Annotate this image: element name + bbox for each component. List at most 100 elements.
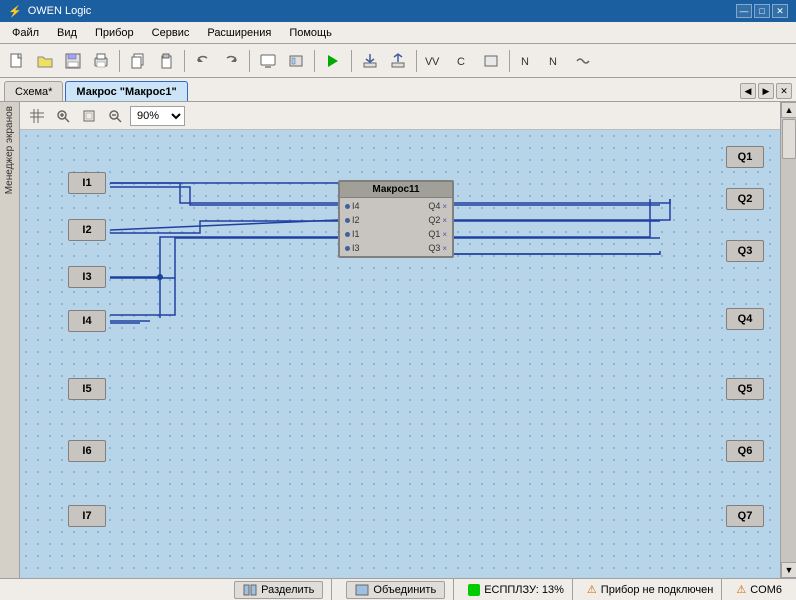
split-button[interactable]: Разделить: [234, 581, 323, 599]
minimize-button[interactable]: —: [736, 4, 752, 18]
n-btn2[interactable]: N: [543, 48, 569, 74]
output-Q2[interactable]: Q2: [726, 188, 764, 210]
input-I1[interactable]: I1: [68, 172, 106, 194]
macro-inputs: I4 I2 I1 I3: [340, 198, 365, 256]
output-Q7[interactable]: Q7: [726, 505, 764, 527]
scroll-down-button[interactable]: ▼: [781, 562, 796, 578]
new-button[interactable]: [4, 48, 30, 74]
com-warning-icon: ⚠: [736, 583, 746, 596]
workspace: Менеджер экранов 50% 75% 90% 100% 125%: [0, 102, 796, 578]
tab-close-button[interactable]: ✕: [776, 83, 792, 99]
input-I6[interactable]: I6: [68, 440, 106, 462]
scroll-up-button[interactable]: ▲: [781, 102, 796, 118]
macro-title: Макрос11: [340, 182, 452, 198]
device-warning-icon: ⚠: [587, 583, 597, 596]
output-Q3[interactable]: Q3: [726, 240, 764, 262]
input-I5[interactable]: I5: [68, 378, 106, 400]
tab-schema[interactable]: Схема*: [4, 81, 63, 101]
macro-input-I4[interactable]: I4: [342, 200, 363, 212]
status-com-segment: ⚠ COM6: [728, 579, 790, 600]
status-eeprom-segment: ЕСППЛЗУ: 13%: [460, 579, 573, 600]
input-I7[interactable]: I7: [68, 505, 106, 527]
sidebar-left: Менеджер экранов: [0, 102, 20, 578]
zoom-out-canvas-button[interactable]: [104, 105, 126, 127]
monitor-button[interactable]: [255, 48, 281, 74]
svg-text:V: V: [432, 56, 440, 68]
toolbar: VV C N N: [0, 44, 796, 78]
svg-text:N: N: [521, 56, 529, 68]
block-button[interactable]: [478, 48, 504, 74]
status-device-segment: ⚠ Прибор не подключен: [579, 579, 722, 600]
svg-text:C: C: [457, 56, 465, 68]
macro-input-I1[interactable]: I1: [342, 228, 363, 240]
wave-button[interactable]: [571, 48, 597, 74]
output-Q1[interactable]: Q1: [726, 146, 764, 168]
scrollbar-right[interactable]: ▲ ▼: [780, 102, 796, 578]
grid-toggle-button[interactable]: [26, 105, 48, 127]
macro-outputs: Q4× Q2× Q1× Q3×: [423, 198, 452, 256]
device-status-text: Прибор не подключен: [601, 584, 714, 596]
tab-next-button[interactable]: ▶: [758, 83, 774, 99]
menu-item-расширения[interactable]: Расширения: [199, 25, 279, 41]
window-title: ⚡ OWEN Logic: [8, 5, 91, 18]
n-btn1[interactable]: N: [515, 48, 541, 74]
print-button[interactable]: [88, 48, 114, 74]
sep1: [119, 50, 120, 72]
macro-input-I2[interactable]: I2: [342, 214, 363, 226]
run-button[interactable]: [320, 48, 346, 74]
macro-output-Q2[interactable]: Q2×: [425, 214, 450, 226]
fit-canvas-button[interactable]: [78, 105, 100, 127]
canvas-wrapper: 50% 75% 90% 100% 125% 150% 200%: [20, 102, 780, 578]
window-controls: — □ ✕: [736, 4, 788, 18]
statusbar: Разделить Объединить ЕСППЛЗУ: 13% ⚠ Приб…: [0, 578, 796, 600]
output-Q6[interactable]: Q6: [726, 440, 764, 462]
scroll-thumb[interactable]: [782, 119, 796, 159]
menu-item-прибор[interactable]: Прибор: [87, 25, 142, 41]
download-button[interactable]: [357, 48, 383, 74]
menubar: ФайлВидПриборСервисРасширенияПомощь: [0, 22, 796, 44]
open-button[interactable]: [32, 48, 58, 74]
app-icon: ⚡: [8, 5, 22, 18]
merge-button[interactable]: Объединить: [346, 581, 445, 599]
macro-output-Q4[interactable]: Q4×: [425, 200, 450, 212]
tab-area: Схема* Макрос "Макрос1" ◀ ▶ ✕: [0, 78, 796, 102]
input-I4[interactable]: I4: [68, 310, 106, 332]
tab-macro[interactable]: Макрос "Макрос1": [65, 81, 187, 101]
zoom-in-canvas-button[interactable]: [52, 105, 74, 127]
latch-v-button[interactable]: VV: [422, 48, 448, 74]
sep7: [509, 50, 510, 72]
status-split-segment: Разделить: [226, 579, 332, 600]
com-status-text: COM6: [750, 584, 782, 596]
undo-button[interactable]: [190, 48, 216, 74]
latch-c-button[interactable]: C: [450, 48, 476, 74]
status-merge-segment: Объединить: [338, 579, 454, 600]
titlebar: ⚡ OWEN Logic — □ ✕: [0, 0, 796, 22]
macro-input-I3[interactable]: I3: [342, 242, 363, 254]
maximize-button[interactable]: □: [754, 4, 770, 18]
zoom-select[interactable]: 50% 75% 90% 100% 125% 150% 200%: [130, 106, 185, 126]
output-Q5[interactable]: Q5: [726, 378, 764, 400]
macro-output-Q1[interactable]: Q1×: [425, 228, 450, 240]
tab-prev-button[interactable]: ◀: [740, 83, 756, 99]
macro-output-Q3[interactable]: Q3×: [425, 242, 450, 254]
output-Q4[interactable]: Q4: [726, 308, 764, 330]
macro-block[interactable]: Макрос11 I4 I2 I1 I3 Q4× Q2× Q1× Q3×: [338, 180, 454, 258]
menu-item-сервис[interactable]: Сервис: [144, 25, 198, 41]
scroll-track[interactable]: [781, 118, 796, 562]
save-button[interactable]: [60, 48, 86, 74]
canvas[interactable]: I1 I2 I3 I4 I5 I6 I7 Q1 Q2 Q3 Q4 Q5 Q6 Q…: [20, 130, 780, 578]
redo-button[interactable]: [218, 48, 244, 74]
menu-item-помощь[interactable]: Помощь: [281, 25, 340, 41]
menu-item-вид[interactable]: Вид: [49, 25, 85, 41]
canvas-toolbar: 50% 75% 90% 100% 125% 150% 200%: [20, 102, 780, 130]
paste-button[interactable]: [153, 48, 179, 74]
copy-button[interactable]: [125, 48, 151, 74]
sep5: [351, 50, 352, 72]
input-I3[interactable]: I3: [68, 266, 106, 288]
input-I2[interactable]: I2: [68, 219, 106, 241]
menu-item-файл[interactable]: Файл: [4, 25, 47, 41]
sep2: [184, 50, 185, 72]
device-button[interactable]: [283, 48, 309, 74]
close-button[interactable]: ✕: [772, 4, 788, 18]
upload-button[interactable]: [385, 48, 411, 74]
